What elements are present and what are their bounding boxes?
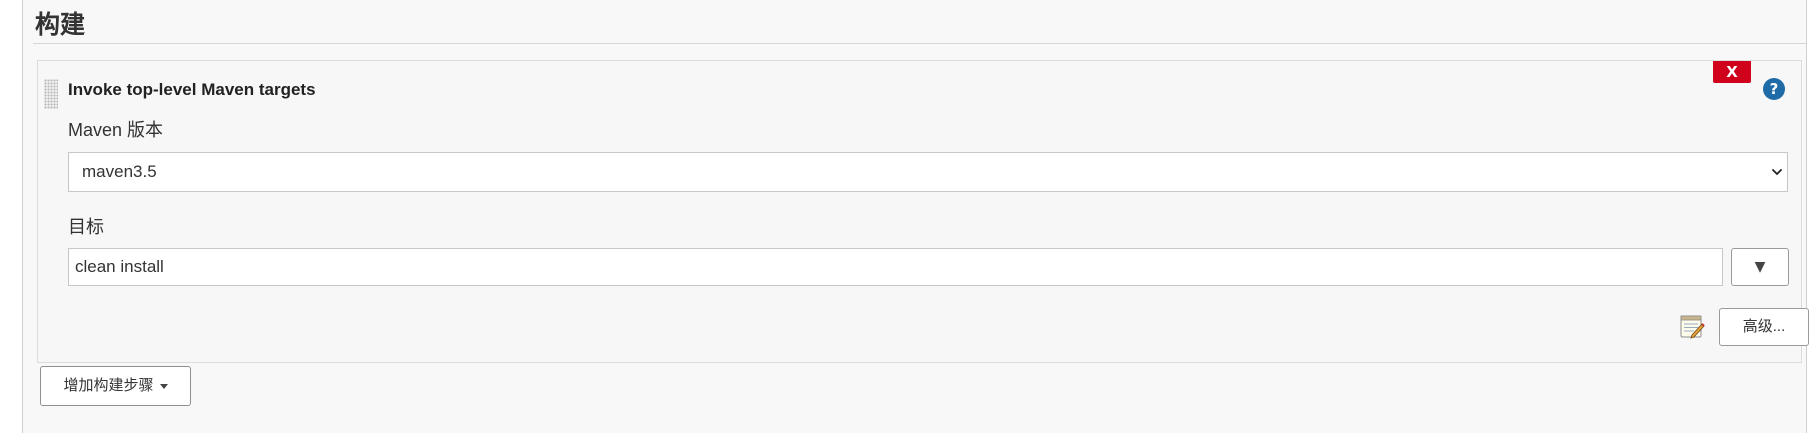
maven-version-select[interactable]: maven3.5 [68, 152, 1788, 192]
drag-handle-icon[interactable] [44, 79, 58, 109]
delete-step-button[interactable]: X [1713, 61, 1751, 83]
build-step-title: Invoke top-level Maven targets [68, 80, 316, 99]
maven-version-value: maven3.5 [82, 162, 157, 181]
goals-input-value: clean install [75, 257, 164, 276]
page: 构建 Invoke top-level Maven targets X ? Ma… [0, 0, 1819, 433]
section-header: 构建 [33, 8, 1806, 44]
expand-goals-button[interactable]: ▼ [1731, 248, 1789, 286]
advanced-button[interactable]: 高级... [1719, 308, 1809, 346]
goals-label: 目标 [68, 217, 104, 237]
add-build-step-button[interactable]: 增加构建步骤 [40, 366, 191, 406]
chevron-down-icon [1772, 169, 1782, 175]
maven-version-label: Maven 版本 [68, 120, 164, 140]
build-config-panel: 构建 Invoke top-level Maven targets X ? Ma… [22, 0, 1809, 433]
add-build-step-label: 增加构建步骤 [63, 377, 154, 394]
build-step-maven: Invoke top-level Maven targets X ? Maven… [37, 60, 1809, 363]
section-title: 构建 [35, 11, 86, 39]
caret-down-icon [159, 383, 168, 389]
goals-input[interactable]: clean install [68, 248, 1723, 286]
notepad-icon [1680, 315, 1705, 339]
help-icon[interactable]: ? [1763, 78, 1785, 100]
